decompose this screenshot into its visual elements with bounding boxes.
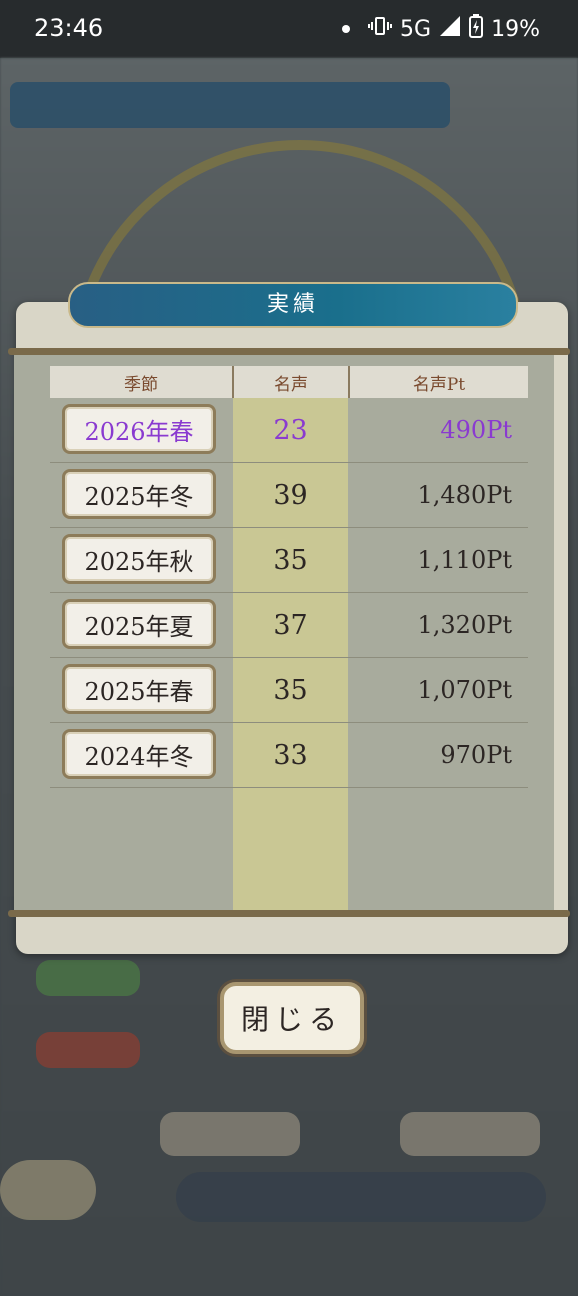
header-fame-pt: 名声Pt [412, 374, 466, 395]
status-icons: 5G 19% [342, 14, 540, 44]
season-button[interactable]: 2025年秋 [62, 534, 216, 584]
table-row: 2025年冬 39 1,480Pt [50, 463, 528, 528]
header-fame: 名声 [234, 366, 350, 398]
fame-pt-value: 1,320Pt [417, 611, 513, 639]
notification-dot-icon [342, 25, 351, 33]
battery-level: 19% [491, 16, 540, 42]
fame-pt-value: 1,480Pt [417, 481, 513, 509]
network-type: 5G [400, 16, 432, 42]
status-bar: 23:46 5G 19% [0, 0, 578, 58]
header-season: 季節 [50, 366, 234, 398]
table-row: 2025年春 35 1,070Pt [50, 658, 528, 723]
close-button[interactable]: 閉じる [220, 982, 364, 1054]
season-button[interactable]: 2025年春 [62, 664, 216, 714]
background-button [400, 1112, 540, 1156]
table-row: 2025年秋 35 1,110Pt [50, 528, 528, 593]
fame-value: 35 [273, 544, 308, 576]
background-button [160, 1112, 300, 1156]
scroll-rod-bottom [8, 910, 570, 917]
status-time: 23:46 [34, 14, 104, 42]
fame-value: 23 [273, 414, 308, 446]
season-button[interactable]: 2025年夏 [62, 599, 216, 649]
fame-pt-value: 970Pt [440, 741, 512, 769]
fame-value: 39 [273, 479, 308, 511]
fame-pt-value: 1,070Pt [417, 676, 513, 704]
background-banner [10, 82, 450, 128]
signal-icon [439, 15, 461, 43]
season-button[interactable]: 2024年冬 [62, 729, 216, 779]
fame-pt-value: 490Pt [440, 416, 512, 444]
records-table: 季節 名声 名声Pt 2026年春 23 490Pt 2025年冬 39 1,4… [50, 366, 528, 910]
scroll-rod-top [8, 348, 570, 355]
dialog-title: 実績 [68, 282, 518, 328]
fame-value: 37 [273, 609, 308, 641]
background-button [36, 960, 140, 996]
background-button [36, 1032, 140, 1068]
fame-pt-value: 1,110Pt [417, 546, 513, 574]
background-button [0, 1160, 96, 1220]
battery-charging-icon [469, 14, 484, 44]
season-button[interactable]: 2025年冬 [62, 469, 216, 519]
fame-value: 33 [273, 739, 308, 771]
table-header: 季節 名声 名声Pt [50, 366, 528, 398]
table-row: 2026年春 23 490Pt [50, 398, 528, 463]
background-button [176, 1172, 546, 1222]
table-row: 2025年夏 37 1,320Pt [50, 593, 528, 658]
season-button[interactable]: 2026年春 [62, 404, 216, 454]
fame-value: 35 [273, 674, 308, 706]
table-row: 2024年冬 33 970Pt [50, 723, 528, 788]
table-body: 2026年春 23 490Pt 2025年冬 39 1,480Pt 2025年秋… [50, 398, 528, 910]
vibrate-icon [368, 15, 393, 43]
